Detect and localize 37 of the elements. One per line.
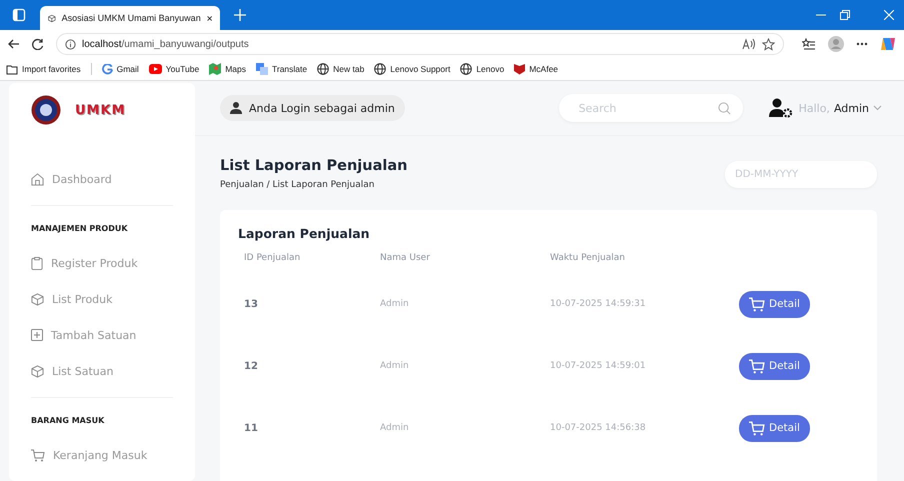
detail-button[interactable]: Detail	[739, 414, 810, 442]
tab-title: Asosiasi UMKM Umami Banyuwan	[62, 13, 201, 23]
table-cell-text: 10-07-2025 14:59:01	[549, 360, 647, 373]
search-field[interactable]: Search	[558, 94, 743, 122]
card-title: Laporan Penjualan	[238, 226, 371, 241]
table-cell-text: Admin	[379, 422, 410, 435]
table-cell-text: 10-07-2025 14:56:38	[549, 422, 647, 435]
bookmark[interactable]: Maps	[209, 63, 246, 75]
table-cell-text: 11	[243, 422, 259, 436]
bookmark[interactable]: Translate	[256, 63, 308, 75]
breadcrumb: Penjualan / List Laporan Penjualan	[220, 180, 376, 190]
bookmark[interactable]: Lenovo Support	[374, 63, 450, 75]
table-cell-text: Admin	[379, 298, 410, 311]
table-cell-text: 10-07-2025 14:59:31	[549, 298, 647, 311]
bookmark[interactable]: McAfee	[514, 63, 558, 75]
bookmark[interactable]: Gmail	[102, 64, 139, 74]
page-title: List Laporan Penjualan	[220, 158, 408, 174]
bookmark[interactable]: Import favorites	[6, 64, 81, 74]
user-menu[interactable]: Hallo, Admin	[768, 98, 882, 118]
logo-text: UMKM	[75, 102, 126, 118]
column-header: Nama User	[379, 253, 431, 265]
section-heading: BARANG MASUK	[31, 416, 106, 425]
table-cell-text: Admin	[379, 360, 410, 373]
date-field[interactable]: DD-MM-YYYY	[725, 160, 877, 188]
table-cell-text: 12	[243, 360, 259, 374]
table-cell-text: 13	[243, 298, 259, 312]
column-header: ID Penjualan	[243, 253, 302, 265]
bookmark[interactable]: New tab	[317, 63, 364, 75]
detail-button[interactable]: Detail	[739, 352, 810, 380]
bookmark[interactable]: Lenovo	[460, 63, 504, 75]
section-heading: MANAJEMEN PRODUK	[31, 224, 129, 233]
column-header: Waktu Penjualan	[549, 253, 626, 265]
detail-button[interactable]: Detail	[739, 290, 810, 318]
browser-tab[interactable]: Asosiasi UMKM Umami Banyuwan	[40, 6, 220, 30]
login-status-badge: Anda Login sebagai admin	[220, 95, 405, 121]
bookmark[interactable]: YouTube	[148, 64, 200, 74]
address-bar[interactable]: localhost/umami_banyuwangi/outputs	[56, 33, 784, 55]
